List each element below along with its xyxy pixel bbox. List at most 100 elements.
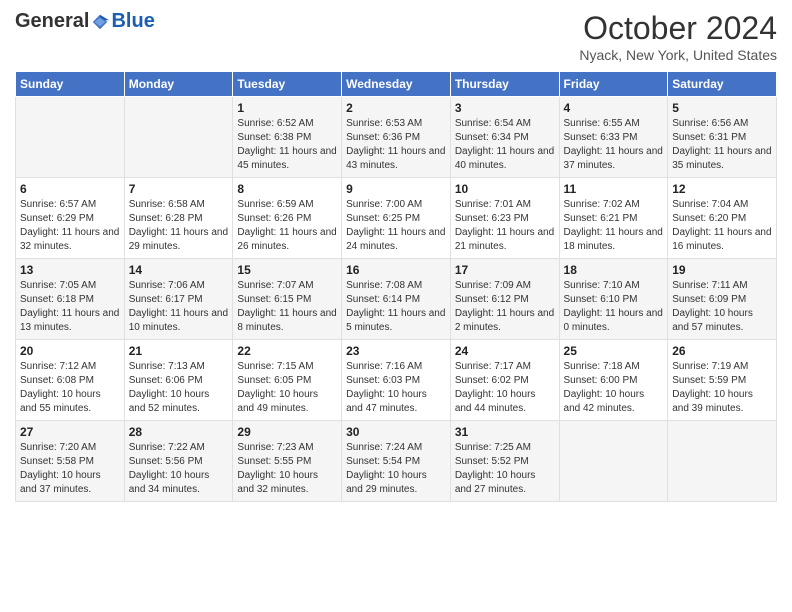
day-number: 2 xyxy=(346,101,446,115)
cell-content: Sunrise: 7:12 AM Sunset: 6:08 PM Dayligh… xyxy=(20,360,120,416)
cell-content: Sunrise: 6:56 AM Sunset: 6:31 PM Dayligh… xyxy=(672,117,772,173)
cell-content: Sunrise: 6:53 AM Sunset: 6:36 PM Dayligh… xyxy=(346,117,446,173)
cell-content: Sunrise: 6:58 AM Sunset: 6:28 PM Dayligh… xyxy=(129,198,229,254)
cell-content: Sunrise: 7:13 AM Sunset: 6:06 PM Dayligh… xyxy=(129,360,229,416)
day-number: 25 xyxy=(564,344,664,358)
calendar-cell: 22 Sunrise: 7:15 AM Sunset: 6:05 PM Dayli… xyxy=(233,340,342,421)
day-number: 29 xyxy=(237,425,337,439)
calendar-cell: 23 Sunrise: 7:16 AM Sunset: 6:03 PM Dayli… xyxy=(342,340,451,421)
day-number: 22 xyxy=(237,344,337,358)
calendar-cell: 7Sunrise: 6:58 AM Sunset: 6:28 PM Daylig… xyxy=(124,178,233,259)
day-number: 30 xyxy=(346,425,446,439)
day-number: 28 xyxy=(129,425,229,439)
calendar-cell: 5 Sunrise: 6:56 AM Sunset: 6:31 PM Daylig… xyxy=(668,97,777,178)
week-row-1: 1 Sunrise: 6:52 AM Sunset: 6:38 PM Daylig… xyxy=(16,97,777,178)
cell-content: Sunrise: 7:16 AM Sunset: 6:03 PM Dayligh… xyxy=(346,360,446,416)
logo-icon xyxy=(91,13,109,31)
calendar-cell: 27 Sunrise: 7:20 AM Sunset: 5:58 PM Dayli… xyxy=(16,421,125,502)
week-row-4: 20 Sunrise: 7:12 AM Sunset: 6:08 PM Dayli… xyxy=(16,340,777,421)
calendar-cell: 8Sunrise: 6:59 AM Sunset: 6:26 PM Daylig… xyxy=(233,178,342,259)
day-number: 4 xyxy=(564,101,664,115)
calendar-cell: 6 Sunrise: 6:57 AM Sunset: 6:29 PM Daylig… xyxy=(16,178,125,259)
week-row-5: 27 Sunrise: 7:20 AM Sunset: 5:58 PM Dayli… xyxy=(16,421,777,502)
day-number: 10 xyxy=(455,182,555,196)
calendar-cell: 11Sunrise: 7:02 AM Sunset: 6:21 PM Dayli… xyxy=(559,178,668,259)
calendar-cell: 1 Sunrise: 6:52 AM Sunset: 6:38 PM Daylig… xyxy=(233,97,342,178)
cell-content: Sunrise: 7:24 AM Sunset: 5:54 PM Dayligh… xyxy=(346,441,446,497)
calendar-cell: 30 Sunrise: 7:24 AM Sunset: 5:54 PM Dayli… xyxy=(342,421,451,502)
cell-content: Sunrise: 7:17 AM Sunset: 6:02 PM Dayligh… xyxy=(455,360,555,416)
day-number: 9 xyxy=(346,182,446,196)
cell-content: Sunrise: 6:55 AM Sunset: 6:33 PM Dayligh… xyxy=(564,117,664,173)
title-section: October 2024 Nyack, New York, United Sta… xyxy=(579,10,777,63)
day-number: 14 xyxy=(129,263,229,277)
cell-content: Sunrise: 7:15 AM Sunset: 6:05 PM Dayligh… xyxy=(237,360,337,416)
calendar-cell: 15 Sunrise: 7:07 AM Sunset: 6:15 PM Dayli… xyxy=(233,259,342,340)
calendar-cell: 18Sunrise: 7:10 AM Sunset: 6:10 PM Dayli… xyxy=(559,259,668,340)
cell-content: Sunrise: 6:57 AM Sunset: 6:29 PM Dayligh… xyxy=(20,198,120,254)
cell-content: Sunrise: 7:06 AM Sunset: 6:17 PM Dayligh… xyxy=(129,279,229,335)
cell-content: Sunrise: 7:07 AM Sunset: 6:15 PM Dayligh… xyxy=(237,279,337,335)
calendar-cell xyxy=(668,421,777,502)
day-header-monday: Monday xyxy=(124,72,233,97)
cell-content: Sunrise: 6:59 AM Sunset: 6:26 PM Dayligh… xyxy=(237,198,337,254)
week-row-2: 6 Sunrise: 6:57 AM Sunset: 6:29 PM Daylig… xyxy=(16,178,777,259)
calendar-cell: 9Sunrise: 7:00 AM Sunset: 6:25 PM Daylig… xyxy=(342,178,451,259)
cell-content: Sunrise: 7:02 AM Sunset: 6:21 PM Dayligh… xyxy=(564,198,664,254)
calendar-cell: 2 Sunrise: 6:53 AM Sunset: 6:36 PM Daylig… xyxy=(342,97,451,178)
week-row-3: 13Sunrise: 7:05 AM Sunset: 6:18 PM Dayli… xyxy=(16,259,777,340)
header-row: SundayMondayTuesdayWednesdayThursdayFrid… xyxy=(16,72,777,97)
day-number: 1 xyxy=(237,101,337,115)
day-number: 5 xyxy=(672,101,772,115)
page-container: General Blue October 2024 Nyack, New Yor… xyxy=(0,0,792,512)
day-header-wednesday: Wednesday xyxy=(342,72,451,97)
cell-content: Sunrise: 7:19 AM Sunset: 5:59 PM Dayligh… xyxy=(672,360,772,416)
day-number: 27 xyxy=(20,425,120,439)
day-number: 24 xyxy=(455,344,555,358)
day-number: 17 xyxy=(455,263,555,277)
calendar-cell: 12Sunrise: 7:04 AM Sunset: 6:20 PM Dayli… xyxy=(668,178,777,259)
calendar-cell: 29 Sunrise: 7:23 AM Sunset: 5:55 PM Dayli… xyxy=(233,421,342,502)
day-header-sunday: Sunday xyxy=(16,72,125,97)
day-header-thursday: Thursday xyxy=(450,72,559,97)
cell-content: Sunrise: 7:18 AM Sunset: 6:00 PM Dayligh… xyxy=(564,360,664,416)
day-number: 21 xyxy=(129,344,229,358)
calendar-cell: 25 Sunrise: 7:18 AM Sunset: 6:00 PM Dayli… xyxy=(559,340,668,421)
header: General Blue October 2024 Nyack, New Yor… xyxy=(15,10,777,63)
logo: General Blue xyxy=(15,10,155,33)
cell-content: Sunrise: 7:23 AM Sunset: 5:55 PM Dayligh… xyxy=(237,441,337,497)
calendar-cell xyxy=(124,97,233,178)
day-number: 23 xyxy=(346,344,446,358)
calendar-cell: 13Sunrise: 7:05 AM Sunset: 6:18 PM Dayli… xyxy=(16,259,125,340)
calendar-cell: 26 Sunrise: 7:19 AM Sunset: 5:59 PM Dayli… xyxy=(668,340,777,421)
day-number: 26 xyxy=(672,344,772,358)
calendar-cell: 24 Sunrise: 7:17 AM Sunset: 6:02 PM Dayli… xyxy=(450,340,559,421)
cell-content: Sunrise: 7:22 AM Sunset: 5:56 PM Dayligh… xyxy=(129,441,229,497)
cell-content: Sunrise: 6:54 AM Sunset: 6:34 PM Dayligh… xyxy=(455,117,555,173)
day-number: 19 xyxy=(672,263,772,277)
calendar-table: SundayMondayTuesdayWednesdayThursdayFrid… xyxy=(15,71,777,502)
day-number: 31 xyxy=(455,425,555,439)
cell-content: Sunrise: 7:11 AM Sunset: 6:09 PM Dayligh… xyxy=(672,279,772,335)
day-number: 16 xyxy=(346,263,446,277)
day-header-saturday: Saturday xyxy=(668,72,777,97)
calendar-cell: 31Sunrise: 7:25 AM Sunset: 5:52 PM Dayli… xyxy=(450,421,559,502)
calendar-cell: 14 Sunrise: 7:06 AM Sunset: 6:17 PM Dayli… xyxy=(124,259,233,340)
calendar-cell: 16Sunrise: 7:08 AM Sunset: 6:14 PM Dayli… xyxy=(342,259,451,340)
calendar-cell: 19 Sunrise: 7:11 AM Sunset: 6:09 PM Dayli… xyxy=(668,259,777,340)
day-number: 20 xyxy=(20,344,120,358)
calendar-cell: 17Sunrise: 7:09 AM Sunset: 6:12 PM Dayli… xyxy=(450,259,559,340)
day-header-friday: Friday xyxy=(559,72,668,97)
calendar-cell: 28 Sunrise: 7:22 AM Sunset: 5:56 PM Dayli… xyxy=(124,421,233,502)
day-number: 15 xyxy=(237,263,337,277)
cell-content: Sunrise: 7:20 AM Sunset: 5:58 PM Dayligh… xyxy=(20,441,120,497)
calendar-cell: 21 Sunrise: 7:13 AM Sunset: 6:06 PM Dayli… xyxy=(124,340,233,421)
cell-content: Sunrise: 6:52 AM Sunset: 6:38 PM Dayligh… xyxy=(237,117,337,173)
logo-blue-text: Blue xyxy=(111,10,154,33)
day-number: 12 xyxy=(672,182,772,196)
month-title: October 2024 xyxy=(579,10,777,47)
day-number: 18 xyxy=(564,263,664,277)
day-header-tuesday: Tuesday xyxy=(233,72,342,97)
day-number: 6 xyxy=(20,182,120,196)
day-number: 3 xyxy=(455,101,555,115)
